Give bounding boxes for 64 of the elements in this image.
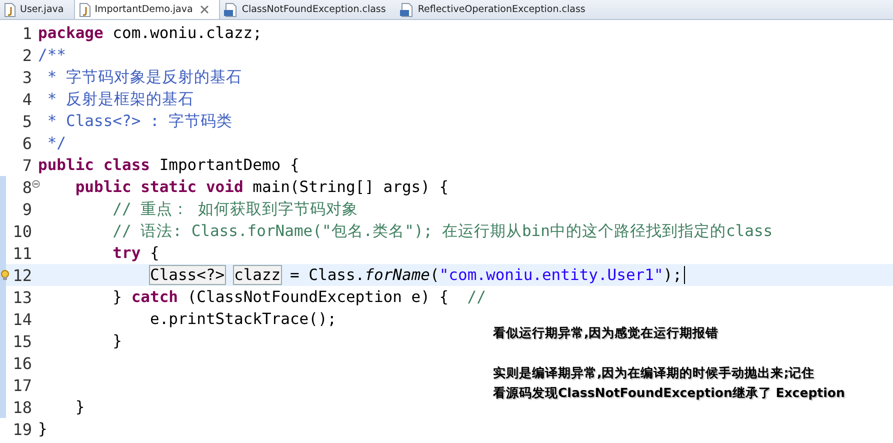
line-number: 1 [22,24,32,42]
line-number: 9 [22,200,32,218]
line-number: 13 [12,288,32,306]
doc-comment: /** [38,46,66,64]
line-number: 6 [22,134,32,152]
code-text: (ClassNotFoundException e) { [186,288,450,306]
doc-comment: * 字节码对象是反射的基石 [46,66,242,88]
java-file-icon [78,2,91,16]
line-number: 14 [12,310,32,328]
code-text: } [38,420,48,438]
warning-bulb-icon[interactable] [0,270,10,280]
java-file-icon [4,2,16,16]
line-number: 16 [12,354,32,372]
line-number: 5 [22,112,32,130]
editor-tab[interactable]: ReflectiveOperationException.class [396,0,596,19]
code-text: = Class. [288,266,365,284]
fold-icon[interactable] [32,180,40,188]
annotation-text: 实则是编译期异常,因为在编译期的时候手动抛出来;记住 [493,364,816,382]
text-cursor [684,266,685,284]
editor-tab[interactable]: ImportantDemo.java [74,0,220,19]
annotation-text: 看似运行期异常,因为感觉在运行期报错 [493,324,720,342]
code-text: e.printStackTrace(); [148,310,337,328]
code-text: { [148,244,160,262]
line-number: 8 [22,178,32,196]
code-text: ); [663,266,682,284]
editor-tab[interactable]: ClassNotFoundException.class [220,0,396,19]
code-text: main(String[] args) { [252,178,449,196]
doc-comment: * 反射是框架的基石 [46,88,194,110]
class-file-icon [400,2,414,16]
editor-tab[interactable]: User.java [0,0,74,19]
line-number: 15 [12,332,32,350]
code-text: ImportantDemo { [158,156,300,174]
keyword: public static void [74,178,244,196]
keyword: catch [131,288,178,306]
code-text: } [112,288,123,306]
keyword: package [38,24,104,42]
line-number: 19 [12,420,32,438]
code-text: } [74,398,85,416]
line-number: 2 [22,46,32,64]
method-name: forName [364,266,430,284]
line-number: 4 [22,90,32,108]
line-number: 7 [22,156,32,174]
code-comment: // 重点： 如何获取到字节码对象 [112,198,358,220]
close-icon[interactable] [200,5,209,14]
annotation-text: 看源码发现ClassNotFoundException继承了 Exception [493,384,845,402]
line-number: 3 [22,68,32,86]
code-text: } [112,332,122,350]
keyword: public class [38,156,150,174]
line-number: 17 [12,376,32,394]
code-comment: // 语法: Class.forName("包名.类名"); 在运行期从bin中的这个路径找到指定的class [112,220,773,242]
code-comment: // [467,288,486,306]
highlighted-identifier: clazz [234,266,281,284]
class-file-icon [224,2,238,16]
doc-comment: */ [46,134,66,152]
highlighted-identifier: Class<?> [150,266,225,284]
line-number: 18 [12,398,32,416]
keyword: try [112,244,141,262]
line-number: 10 [12,222,32,240]
code-text: ( [430,266,440,284]
line-number: 12 [12,266,32,284]
doc-comment: * Class<?> : 字节码类 [46,110,233,132]
string-literal: "com.woniu.entity.User1" [439,266,664,284]
code-text: com.woniu.clazz; [112,24,262,42]
line-number: 11 [12,244,32,262]
